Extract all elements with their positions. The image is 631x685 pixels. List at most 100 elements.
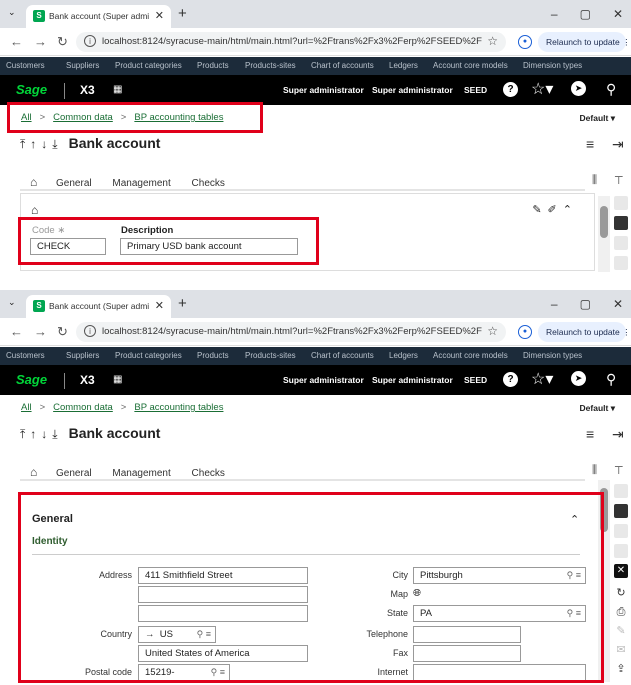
internet-field[interactable] [413,664,586,681]
filter-icon[interactable]: ⊤ [614,464,624,477]
relaunch-button[interactable]: Relaunch to update ⋮ [538,322,631,342]
delete-icon[interactable] [614,256,628,270]
compass-icon[interactable]: ➤ [571,371,586,386]
close-tab-icon[interactable]: ✕ [155,9,164,22]
close-tab-icon[interactable]: ✕ [155,299,164,312]
tab-general[interactable]: General [56,178,92,189]
menu-products-sites[interactable]: Products-sites [245,61,296,70]
country-field[interactable]: → US ⚲ ≡ [138,626,216,643]
calendar-icon[interactable]: ▦ [113,374,122,385]
country-name-field[interactable]: United States of America [138,645,308,662]
address-line2-field[interactable] [138,586,308,603]
menu-icon[interactable]: ≡ [586,426,594,442]
maximize-icon[interactable]: ▢ [580,7,591,21]
section-tools-icon[interactable]: ✎✐⌃ [532,203,578,216]
forward-icon[interactable]: → [34,324,47,339]
menu-products[interactable]: Products [197,61,229,70]
tab-management[interactable]: Management [112,468,170,479]
scrollbar-thumb[interactable] [600,488,608,532]
url-field[interactable]: i localhost:8124/syracuse-main/html/main… [76,32,506,52]
menu-chart-of-accounts[interactable]: Chart of accounts [311,61,374,70]
menu-customers[interactable]: Customers [6,61,45,70]
site-info-icon[interactable]: i [84,325,96,337]
browser-tab[interactable]: S Bank account (Super administra ✕ [26,5,171,28]
vertical-scrollbar[interactable] [598,196,610,272]
share-icon[interactable]: ⇪ [613,660,629,679]
user-name[interactable]: Super administrator [283,85,364,95]
list-view-icon[interactable]: ⫼ [592,174,597,187]
search-icon[interactable]: ⚲ [606,81,616,98]
user-role[interactable]: Super administrator [372,375,453,385]
back-icon[interactable]: ← [10,324,23,339]
country-lookup-icon[interactable]: ⚲ ≡ [197,629,211,640]
tab-checks[interactable]: Checks [192,178,225,189]
state-field[interactable]: PA ⚲ ≡ [413,605,586,622]
folder-name[interactable]: SEED [464,375,487,385]
breadcrumb-all[interactable]: All [21,402,32,413]
record-nav-arrows-icon[interactable]: ⤒↑↓⤓ [20,427,63,441]
save-icon[interactable] [614,216,628,230]
user-name[interactable]: Super administrator [283,375,364,385]
menu-icon[interactable]: ≡ [586,136,594,152]
telephone-field[interactable] [413,626,521,643]
breadcrumb-common-data[interactable]: Common data [53,402,113,413]
vertical-scrollbar[interactable] [598,480,610,682]
menu-ledgers[interactable]: Ledgers [389,351,418,360]
site-info-icon[interactable]: i [84,35,96,47]
profile-icon[interactable]: ● [518,325,532,339]
tab-management[interactable]: Management [112,178,170,189]
delete-icon[interactable] [614,544,628,558]
exit-icon[interactable]: ⇥ [612,426,624,443]
copy-icon[interactable] [614,236,628,250]
city-lookup-icon[interactable]: ⚲ ≡ [567,570,581,581]
breadcrumb-common-data[interactable]: Common data [53,112,113,123]
menu-products[interactable]: Products [197,351,229,360]
filter-icon[interactable]: ⊤ [614,174,624,187]
menu-product-categories[interactable]: Product categories [115,61,182,70]
forward-icon[interactable]: → [34,34,47,49]
code-field[interactable]: CHECK [30,238,106,255]
sage-logo[interactable]: Sage [16,372,47,387]
globe-map-icon[interactable]: 🌐︎ [413,588,421,599]
user-role[interactable]: Super administrator [372,85,453,95]
menu-products-sites[interactable]: Products-sites [245,351,296,360]
breadcrumb-all[interactable]: All [21,112,32,123]
fax-field[interactable] [413,645,521,662]
reload-icon[interactable]: ↻ [57,34,68,50]
description-field[interactable]: Primary USD bank account [120,238,298,255]
menu-account-core-models[interactable]: Account core models [433,351,508,360]
favorites-star-icon[interactable]: ☆▾ [531,79,553,99]
view-selector[interactable]: Default ▾ [580,403,615,414]
help-icon[interactable]: ? [503,82,518,97]
bookmark-star-icon[interactable]: ☆ [487,34,498,48]
address-line1-field[interactable]: 411 Smithfield Street [138,567,308,584]
add-icon[interactable] [614,484,628,498]
search-icon[interactable]: ⚲ [606,371,616,388]
postal-lookup-icon[interactable]: ⚲ ≡ [211,667,225,678]
profile-icon[interactable]: ● [518,35,532,49]
city-field[interactable]: Pittsburgh ⚲ ≡ [413,567,586,584]
postal-code-field[interactable]: 15219- ⚲ ≡ [138,664,230,681]
browser-tab[interactable]: S Bank account (Super administra ✕ [26,295,171,318]
menu-customers[interactable]: Customers [6,351,45,360]
exit-icon[interactable]: ⇥ [612,136,624,153]
minimize-icon[interactable]: – [551,297,558,311]
new-tab-icon[interactable]: + [178,5,187,22]
refresh-icon[interactable]: ↻ [613,584,629,603]
favorites-star-icon[interactable]: ☆▾ [531,369,553,389]
save-icon[interactable] [614,504,628,518]
state-lookup-icon[interactable]: ⚲ ≡ [567,608,581,619]
sage-logo[interactable]: Sage [16,82,47,97]
menu-suppliers[interactable]: Suppliers [66,351,99,360]
tab-search-icon[interactable]: ⌄ [8,7,16,18]
breadcrumb-bp-accounting-tables[interactable]: BP accounting tables [134,112,223,123]
menu-account-core-models[interactable]: Account core models [433,61,508,70]
close-icon[interactable]: ✕ [614,564,628,578]
back-icon[interactable]: ← [10,34,23,49]
menu-dimension-types[interactable]: Dimension types [523,351,582,360]
minimize-icon[interactable]: – [551,7,558,21]
tab-search-icon[interactable]: ⌄ [8,297,16,308]
calendar-icon[interactable]: ▦ [113,84,122,95]
compass-icon[interactable]: ➤ [571,81,586,96]
menu-dimension-types[interactable]: Dimension types [523,61,582,70]
